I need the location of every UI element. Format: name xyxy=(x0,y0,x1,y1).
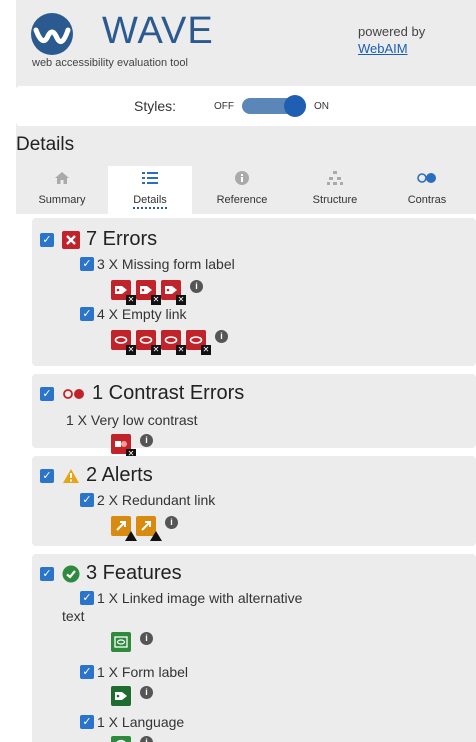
features-checkbox[interactable]: ✓ xyxy=(40,566,54,581)
error-x-icon xyxy=(62,230,80,249)
contrast-error-icon xyxy=(62,387,86,401)
info-icon xyxy=(192,170,292,194)
tab-contrast-label: Contras xyxy=(407,194,447,206)
styles-toggle[interactable] xyxy=(242,95,306,117)
powered-by-label: powered by xyxy=(358,24,426,39)
contrast-item-label: 1 X Very low contrast xyxy=(66,412,198,428)
empty-link-icons: ✕ ✕ ✕ ✕ i xyxy=(111,330,228,355)
tag-error-icon[interactable]: ✕ xyxy=(136,280,161,305)
alert-triangle-icon xyxy=(62,468,80,484)
link-error-icon[interactable]: ✕ xyxy=(161,330,186,355)
styles-off-label: OFF xyxy=(214,101,234,112)
errors-checkbox[interactable]: ✓ xyxy=(40,232,54,247)
linked-image-icons: i xyxy=(111,632,153,652)
tab-structure[interactable]: Structure xyxy=(292,166,378,214)
wave-logo-icon xyxy=(31,13,73,55)
tab-summary-label: Summary xyxy=(38,194,86,206)
errors-header: ✓ 7 Errors xyxy=(40,228,157,251)
features-title: 3 Features xyxy=(86,562,182,584)
contrast-error-item-icon[interactable]: ✕ xyxy=(111,434,136,459)
info-icon[interactable]: i xyxy=(140,434,153,447)
brand-title: WAVE xyxy=(102,10,214,52)
error-item-empty-link[interactable]: ✓ 4 X Empty link xyxy=(80,306,186,322)
item-checkbox[interactable]: ✓ xyxy=(80,257,94,271)
tab-reference-label: Reference xyxy=(216,194,268,206)
info-icon[interactable]: i xyxy=(215,330,228,343)
redundant-link-icons: i xyxy=(111,516,178,541)
brand-subtitle: web accessibility evaluation tool xyxy=(32,57,188,69)
item-checkbox[interactable]: ✓ xyxy=(80,665,94,679)
header: WAVE web accessibility evaluation tool p… xyxy=(16,0,476,84)
redundant-link-alert-icon[interactable] xyxy=(136,516,162,541)
contrast-icons: ✕ i xyxy=(111,434,153,459)
details-content: ✓ 7 Errors ✓ 3 X Missing form label ✕ ✕ … xyxy=(16,214,476,742)
feature-check-icon xyxy=(62,565,80,583)
structure-icon xyxy=(292,170,378,194)
alerts-section: ✓ 2 Alerts ✓ 2 X Redundant link i xyxy=(32,456,476,546)
alert-item-redundant-link[interactable]: ✓ 2 X Redundant link xyxy=(80,492,215,508)
tag-error-icon[interactable]: ✕ xyxy=(161,280,186,305)
errors-title: 7 Errors xyxy=(86,228,158,250)
webaim-link[interactable]: WebAIM xyxy=(358,40,425,57)
tab-bar: Summary Details Reference Structure Cont… xyxy=(16,166,476,214)
tab-structure-label: Structure xyxy=(312,194,358,206)
link-error-icon[interactable]: ✕ xyxy=(136,330,161,355)
tab-contrast[interactable]: Contras xyxy=(378,166,476,214)
alerts-header: ✓ 2 Alerts xyxy=(40,464,153,487)
contrast-header: ✓ 1 Contrast Errors xyxy=(40,382,244,405)
contrast-checkbox[interactable]: ✓ xyxy=(40,386,54,401)
item-label-line2: text xyxy=(62,608,85,624)
missing-form-label-icons: ✕ ✕ ✕ i xyxy=(111,280,203,305)
feature-item-language[interactable]: ✓ 1 X Language xyxy=(80,714,184,730)
contrast-title: 1 Contrast Errors xyxy=(92,382,245,404)
list-icon xyxy=(108,170,192,194)
details-heading: Details xyxy=(16,134,75,155)
info-icon[interactable]: i xyxy=(140,632,153,645)
home-icon xyxy=(16,170,108,194)
features-section: ✓ 3 Features ✓ 1 X Linked image with alt… xyxy=(32,554,476,742)
alerts-title: 2 Alerts xyxy=(86,464,153,486)
tab-summary[interactable]: Summary xyxy=(16,166,108,214)
toggle-knob xyxy=(284,95,306,117)
info-icon[interactable]: i xyxy=(165,516,178,529)
language-icons: i xyxy=(111,736,153,742)
item-checkbox[interactable]: ✓ xyxy=(80,493,94,507)
contrast-section: ✓ 1 Contrast Errors 1 X Very low contras… xyxy=(32,374,476,459)
info-icon[interactable]: i xyxy=(140,736,153,742)
form-label-feature-icon[interactable] xyxy=(111,686,131,706)
feature-item-form-label[interactable]: ✓ 1 X Form label xyxy=(80,664,188,680)
item-label: 3 X Missing form label xyxy=(97,256,235,272)
item-label: 1 X Language xyxy=(97,714,185,730)
redundant-link-alert-icon[interactable] xyxy=(111,516,137,541)
info-icon[interactable]: i xyxy=(190,280,203,293)
item-checkbox[interactable]: ✓ xyxy=(80,715,94,729)
feature-item-linked-image[interactable]: ✓ 1 X Linked image with alternative xyxy=(80,590,302,606)
features-header: ✓ 3 Features xyxy=(40,562,182,585)
link-error-icon[interactable]: ✕ xyxy=(186,330,211,355)
left-gutter xyxy=(0,0,16,742)
globe-feature-icon[interactable] xyxy=(111,736,131,742)
powered-by: powered by WebAIM xyxy=(358,23,425,57)
styles-on-label: ON xyxy=(314,101,329,112)
info-icon[interactable]: i xyxy=(140,686,153,699)
item-checkbox[interactable]: ✓ xyxy=(80,591,94,605)
contrast-icon xyxy=(378,170,476,194)
styles-label: Styles: xyxy=(134,98,177,114)
error-item-missing-form-label[interactable]: ✓ 3 X Missing form label xyxy=(80,256,235,272)
tab-reference[interactable]: Reference xyxy=(192,166,292,214)
item-label: 2 X Redundant link xyxy=(97,492,216,508)
item-label: 4 X Empty link xyxy=(97,306,187,322)
item-checkbox[interactable]: ✓ xyxy=(80,307,94,321)
tab-details[interactable]: Details xyxy=(108,166,192,214)
item-label-line1: 1 X Linked image with alternative xyxy=(97,590,303,606)
linked-image-feature-icon[interactable] xyxy=(111,632,131,652)
styles-bar: Styles: OFF ON xyxy=(16,86,476,126)
tag-error-icon[interactable]: ✕ xyxy=(111,280,136,305)
tab-details-label: Details xyxy=(133,194,167,209)
alerts-checkbox[interactable]: ✓ xyxy=(40,468,54,483)
errors-section: ✓ 7 Errors ✓ 3 X Missing form label ✕ ✕ … xyxy=(32,218,476,366)
link-error-icon[interactable]: ✕ xyxy=(111,330,136,355)
form-label-icons: i xyxy=(111,686,153,706)
item-label: 1 X Form label xyxy=(97,664,189,680)
